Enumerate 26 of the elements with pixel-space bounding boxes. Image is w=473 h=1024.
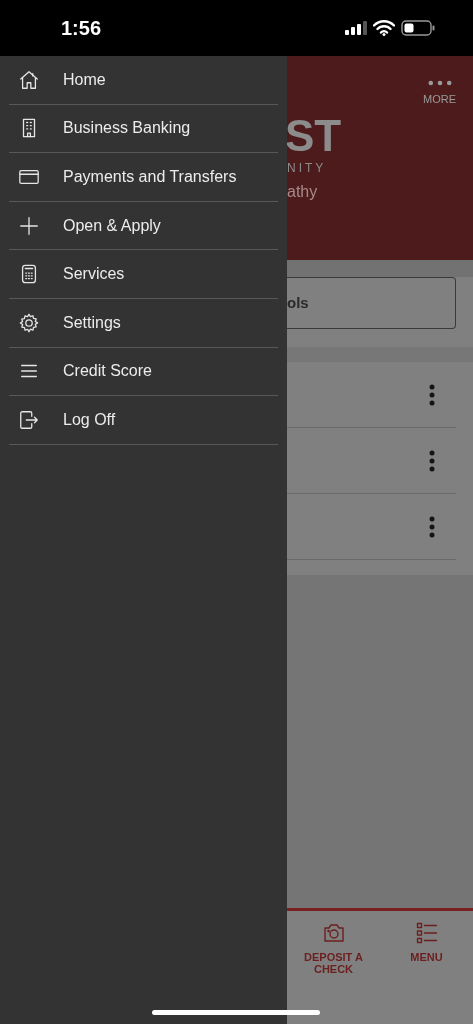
- drawer-item[interactable]: Settings: [9, 298, 278, 348]
- more-options-icon[interactable]: [429, 449, 435, 472]
- drawer-item[interactable]: Log Off: [9, 396, 278, 445]
- home-icon: [18, 68, 40, 91]
- drawer-item[interactable]: Services: [9, 250, 278, 299]
- log-off-icon: [18, 408, 40, 431]
- wifi-icon: [373, 20, 395, 36]
- more-options-icon[interactable]: [427, 80, 452, 86]
- drawer-item[interactable]: Business Banking: [9, 104, 278, 154]
- drawer-item[interactable]: Open & Apply: [9, 201, 278, 251]
- more-options-icon[interactable]: [429, 383, 435, 406]
- list-icon: [414, 921, 439, 945]
- more-options-icon[interactable]: [429, 515, 435, 538]
- tools-button[interactable]: ols: [287, 277, 456, 329]
- camera-icon: [321, 921, 346, 945]
- drawer-item[interactable]: Payments and Transfers: [9, 153, 278, 202]
- logo-subtitle: NITY: [287, 162, 328, 174]
- drawer-item[interactable]: Home: [9, 56, 278, 105]
- plus-icon: [18, 214, 40, 237]
- battery-icon: [401, 20, 435, 36]
- settings-icon: [18, 311, 40, 334]
- signal-icon: [345, 21, 367, 35]
- greeting-text: athy: [287, 182, 318, 202]
- more-button[interactable]: MORE: [423, 80, 456, 105]
- drawer-item[interactable]: Credit Score: [9, 347, 278, 397]
- status-time: 1:56: [61, 16, 102, 41]
